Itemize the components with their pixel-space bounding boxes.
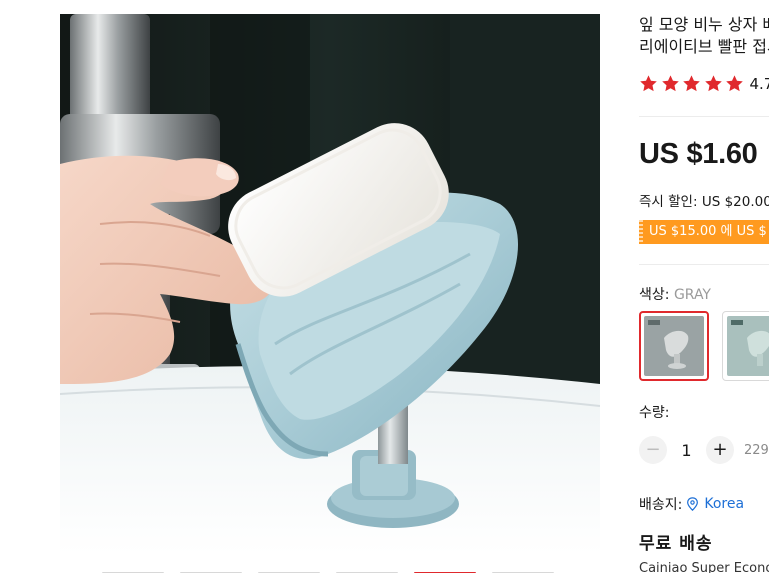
discount-value: US $20.00: [701, 194, 769, 210]
star-icon: [661, 75, 679, 92]
color-label: 색상:: [639, 287, 670, 303]
divider: [639, 116, 769, 117]
product-price: US $1.60: [639, 138, 758, 170]
stock-count: 229: [744, 442, 769, 458]
product-title-line-2: 리에이티브 빨판 접시: [639, 37, 769, 56]
star-icon: [726, 75, 743, 92]
star-icon: [704, 75, 722, 92]
instant-discount: 즉시 할인: US $20.00: [639, 190, 769, 210]
map-pin-icon: [687, 497, 699, 511]
star-icon: [640, 75, 657, 92]
rating-row[interactable]: 4.7: [639, 74, 769, 93]
swatch-gray-image: [644, 316, 704, 376]
free-shipping: 무료 배송: [639, 534, 713, 554]
color-row: 색상: GRAY: [639, 284, 711, 304]
quantity-stepper: − 1 + 229: [639, 436, 769, 464]
soap-dish-photo: [60, 14, 600, 554]
product-main-image[interactable]: [60, 14, 600, 554]
color-swatch-gray[interactable]: [639, 311, 709, 381]
ship-to-label: 배송지:: [639, 497, 683, 513]
product-info-panel: 잎 모양 비누 상자 배수 리에이티브 빨판 접시 4.7 US $1.60 즉…: [639, 0, 769, 573]
rating-value: 4.7: [749, 74, 769, 93]
discount-label: 즉시 할인:: [639, 194, 698, 210]
ship-to-row: 배송지: Korea: [639, 494, 744, 514]
minus-icon[interactable]: −: [639, 436, 667, 464]
promo-coupon-banner[interactable]: US $15.00 에 US $: [639, 220, 769, 244]
divider: [639, 264, 769, 265]
quantity-value[interactable]: 1: [667, 441, 706, 460]
quantity-label: 수량:: [639, 405, 670, 421]
plus-icon[interactable]: +: [706, 436, 734, 464]
color-swatch-green[interactable]: [722, 311, 769, 381]
shipping-carrier: Cainiao Super Econo: [639, 561, 769, 573]
ship-to-location-text: Korea: [704, 496, 745, 512]
thumbnail-strip: [60, 568, 600, 573]
ship-to-location[interactable]: Korea: [686, 496, 744, 512]
color-value: GRAY: [673, 287, 711, 303]
product-title: 잎 모양 비누 상자 배수 리에이티브 빨판 접시: [639, 14, 769, 58]
swatch-green-image: [727, 316, 769, 376]
product-title-line-1: 잎 모양 비누 상자 배수: [639, 15, 769, 34]
star-icon: [683, 75, 700, 92]
